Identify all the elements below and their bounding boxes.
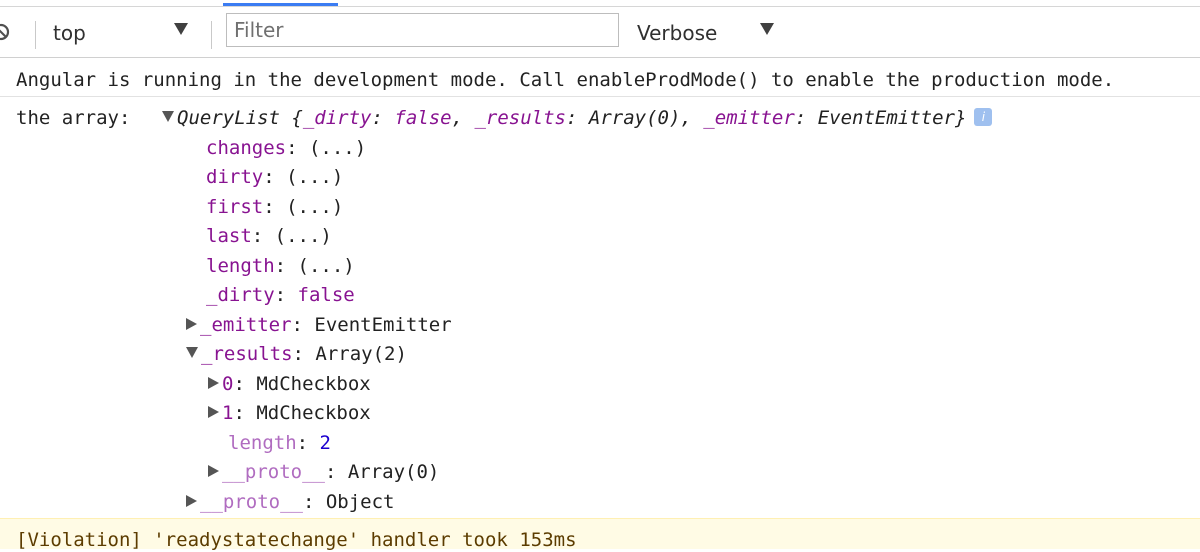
message-text: [Violation] 'readystatechange' handler t…: [16, 529, 577, 551]
expand-arrow-icon[interactable]: [186, 494, 197, 507]
preview-key-dirty: _dirty: [302, 107, 372, 129]
prop-value: Array(2): [315, 343, 407, 365]
violation-message: [Violation] 'readystatechange' handler t…: [0, 518, 1200, 551]
prop-key: _results: [201, 343, 293, 365]
tree-row[interactable]: last: (...): [206, 224, 332, 248]
devtools-tabstrip-edge: [0, 0, 1200, 7]
tree-row[interactable]: _results: Array(2): [186, 342, 407, 366]
collapse-arrow-icon[interactable]: [186, 347, 198, 358]
tree-row[interactable]: _emitter: EventEmitter: [186, 313, 452, 337]
prop-value: Array(0): [347, 461, 440, 483]
tree-row[interactable]: first: (...): [206, 195, 343, 219]
array-index: 1: [222, 402, 234, 424]
preview-val-results: Array(0): [588, 107, 681, 129]
tree-row[interactable]: 1: MdCheckbox: [208, 401, 371, 425]
preview-val-dirty: false: [394, 107, 452, 129]
log-level-dropdown-arrow-icon[interactable]: [760, 23, 774, 35]
prop-getter[interactable]: (...): [275, 225, 332, 247]
preview-val-emitter: EventEmitter: [817, 107, 955, 129]
brace-close: }: [954, 107, 967, 129]
expand-arrow-icon[interactable]: [186, 317, 197, 330]
log-level-selector[interactable]: Verbose: [637, 20, 717, 46]
prop-value: MdCheckbox: [256, 402, 371, 424]
tree-row[interactable]: length: (...): [206, 254, 355, 278]
prop-value: 2: [319, 432, 331, 454]
array-index: 0: [222, 373, 234, 395]
expand-arrow-icon[interactable]: [208, 405, 219, 418]
clear-console-icon[interactable]: [0, 23, 10, 41]
filter-input[interactable]: [226, 13, 619, 47]
prop-key: length: [228, 432, 297, 454]
prop-key: __proto__: [222, 461, 325, 483]
tree-row[interactable]: 0: MdCheckbox: [208, 372, 371, 396]
brace-open: {: [291, 107, 303, 129]
message-text: Angular is running in the development mo…: [16, 69, 1115, 91]
prop-key: first: [206, 196, 264, 218]
prop-key: changes: [206, 137, 287, 159]
tree-row[interactable]: __proto__: Array(0): [208, 460, 439, 484]
tree-row[interactable]: changes: (...): [206, 136, 366, 160]
context-dropdown-arrow-icon[interactable]: [174, 23, 188, 35]
prop-getter[interactable]: (...): [309, 137, 366, 159]
prop-value: false: [297, 284, 355, 306]
context-selector[interactable]: top: [53, 20, 86, 46]
prop-key: length: [206, 255, 275, 277]
array-label: the array:: [16, 107, 131, 129]
active-tab-indicator: [223, 3, 338, 6]
info-icon[interactable]: i: [974, 107, 993, 126]
prop-key: _dirty: [206, 284, 275, 306]
tree-row: _dirty: false: [206, 284, 355, 306]
prop-key: last: [206, 225, 252, 247]
console-output: Angular is running in the development mo…: [0, 58, 1200, 551]
prop-value: Object: [325, 491, 395, 513]
preview-key-results: _results: [474, 107, 566, 129]
expand-arrow-icon[interactable]: [208, 376, 219, 389]
console-message: Angular is running in the development mo…: [0, 58, 1200, 97]
console-toolbar: top Verbose: [0, 7, 1200, 58]
toolbar-divider: [211, 21, 212, 49]
prop-key: _emitter: [200, 314, 292, 336]
prop-getter[interactable]: (...): [286, 166, 343, 188]
expand-arrow-icon[interactable]: [162, 111, 174, 122]
querylist-type: QueryList: [177, 107, 280, 129]
querylist-object-preview[interactable]: QueryList {_dirty: false, _results: Arra…: [162, 106, 993, 130]
tree-row[interactable]: __proto__: Object: [186, 490, 394, 514]
expand-arrow-icon[interactable]: [208, 464, 219, 477]
prop-key: dirty: [206, 166, 264, 188]
tree-row[interactable]: dirty: (...): [206, 165, 343, 189]
prop-value: EventEmitter: [314, 314, 452, 336]
prop-getter[interactable]: (...): [286, 196, 343, 218]
toolbar-divider: [35, 21, 36, 49]
prop-key: __proto__: [200, 491, 303, 513]
tree-row: length: 2: [228, 432, 331, 454]
preview-key-emitter: _emitter: [703, 107, 795, 129]
prop-getter[interactable]: (...): [298, 255, 355, 277]
prop-value: MdCheckbox: [256, 373, 371, 395]
